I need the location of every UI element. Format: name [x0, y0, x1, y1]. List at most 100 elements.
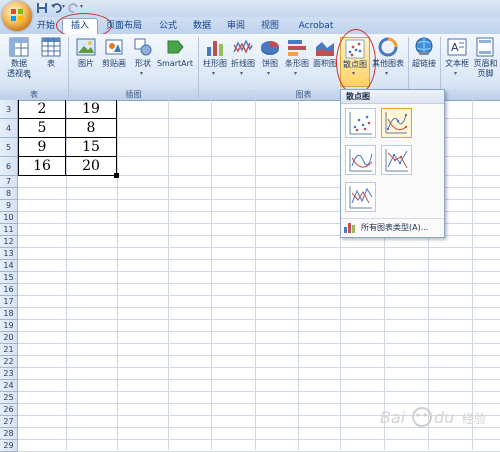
row-header[interactable]: 3: [0, 100, 18, 119]
shapes-icon: [134, 38, 152, 56]
grid-column-line: [117, 100, 118, 450]
row-header[interactable]: 21: [0, 344, 18, 356]
row-header[interactable]: 20: [0, 332, 18, 344]
hyperlink-button[interactable]: 超链接: [410, 37, 438, 87]
textbox-dropdown-icon: ▾: [454, 70, 458, 77]
watermark: Bai du 经验: [378, 395, 498, 445]
row-header[interactable]: 13: [0, 248, 18, 260]
other-charts-button[interactable]: 其他图表 ▾: [372, 37, 404, 87]
table-cell[interactable]: 2: [18, 100, 66, 119]
scatter-straight-markers-icon: [385, 149, 408, 172]
header-footer-icon: [476, 37, 494, 57]
area-chart-button[interactable]: 面积图: [311, 37, 339, 87]
row-header[interactable]: 6: [0, 157, 18, 176]
all-chart-types-label: 所有图表类型(A)...: [361, 223, 429, 232]
row-header[interactable]: 26: [0, 404, 18, 416]
office-button[interactable]: [2, 1, 32, 31]
svg-text:du: du: [434, 408, 454, 427]
row-header[interactable]: 19: [0, 320, 18, 332]
group-label-table: 表: [0, 89, 68, 100]
svg-text:经验: 经验: [462, 411, 486, 426]
smartart-icon: [167, 40, 184, 54]
pie-chart-button[interactable]: 饼图 ▾: [257, 37, 283, 87]
row-header[interactable]: 22: [0, 356, 18, 368]
table-cell[interactable]: 15: [66, 138, 117, 157]
row-header[interactable]: 15: [0, 272, 18, 284]
row-header[interactable]: 9: [0, 200, 18, 212]
row-header[interactable]: 12: [0, 236, 18, 248]
scatter-straight-lines-option[interactable]: [345, 182, 376, 212]
bar-chart-button[interactable]: 条形图 ▾: [283, 37, 311, 87]
scatter-smooth-lines-option[interactable]: [345, 145, 376, 175]
line-chart-label: 折线图: [231, 59, 255, 68]
table-cell[interactable]: 20: [66, 157, 117, 176]
group-label-illustrations: 插图: [69, 89, 198, 100]
gallery-title: 散点图: [346, 92, 370, 101]
column-chart-icon: [207, 41, 223, 56]
textbox-icon: A: [447, 38, 467, 56]
table-cell[interactable]: 9: [18, 138, 66, 157]
row-header[interactable]: 16: [0, 284, 18, 296]
shapes-button[interactable]: 形状 ▾: [130, 37, 156, 87]
row-header[interactable]: 5: [0, 138, 18, 157]
scatter-smooth-lines-icon: [349, 149, 373, 172]
table-cell[interactable]: 5: [18, 119, 66, 138]
tab-acrobat[interactable]: Acrobat: [294, 19, 338, 33]
row-header[interactable]: 14: [0, 260, 18, 272]
row-header[interactable]: 29: [0, 440, 18, 452]
table-button[interactable]: 表: [38, 37, 64, 87]
tab-review[interactable]: 审阅: [224, 19, 248, 33]
row-header[interactable]: 7: [0, 176, 18, 188]
picture-icon: [76, 38, 96, 56]
row-header[interactable]: 8: [0, 188, 18, 200]
pivot-table-icon: [9, 37, 29, 57]
row-header[interactable]: 28: [0, 428, 18, 440]
tab-view[interactable]: 视图: [258, 19, 282, 33]
pie-chart-label: 饼图: [262, 59, 278, 68]
picture-button[interactable]: 图片: [72, 37, 100, 87]
line-chart-button[interactable]: 折线图 ▾: [229, 37, 257, 87]
row-header[interactable]: 24: [0, 380, 18, 392]
column-chart-button[interactable]: 柱形图 ▾: [201, 37, 229, 87]
tab-home[interactable]: 开始: [36, 19, 56, 33]
scatter-smooth-markers-icon: [385, 112, 408, 134]
undo-icon[interactable]: [50, 2, 62, 14]
all-chart-types-item[interactable]: 所有图表类型(A)...: [343, 221, 442, 234]
fill-handle[interactable]: [114, 173, 119, 178]
scatter-smooth-markers-option[interactable]: [381, 108, 412, 138]
table-cell[interactable]: 16: [18, 157, 66, 176]
line-chart-dropdown-icon: ▾: [240, 70, 244, 77]
picture-label: 图片: [78, 59, 94, 68]
row-header[interactable]: 27: [0, 416, 18, 428]
scatter-chart-highlight: [336, 29, 376, 95]
table-cell[interactable]: 19: [66, 100, 117, 119]
row-header[interactable]: 23: [0, 368, 18, 380]
header-footer-button[interactable]: 页眉和 页脚: [471, 37, 500, 87]
save-icon[interactable]: [36, 2, 48, 14]
tab-page-layout[interactable]: 页面布局: [104, 19, 144, 33]
row-header[interactable]: 18: [0, 308, 18, 320]
textbox-button[interactable]: A 文本框 ▾: [443, 37, 471, 87]
tab-data[interactable]: 数据: [190, 19, 214, 33]
row-header[interactable]: 10: [0, 212, 18, 224]
qat-customize-icon[interactable]: ▾: [80, 3, 83, 10]
hyperlink-icon: [415, 37, 433, 55]
bar-chart-label: 条形图: [285, 59, 309, 68]
clipart-button[interactable]: 剪贴画: [100, 37, 128, 87]
grid-column-line: [298, 100, 299, 450]
scatter-markers-only-option[interactable]: [345, 108, 376, 138]
row-header[interactable]: 25: [0, 392, 18, 404]
table-cell[interactable]: 8: [66, 119, 117, 138]
row-header[interactable]: 4: [0, 119, 18, 138]
row-header[interactable]: 11: [0, 224, 18, 236]
clipart-icon: [105, 39, 123, 55]
row-header[interactable]: 17: [0, 296, 18, 308]
smartart-button[interactable]: SmartArt: [156, 37, 194, 87]
undo-dropdown-icon[interactable]: ▾: [62, 3, 65, 10]
smartart-label: SmartArt: [156, 59, 194, 68]
scatter-straight-markers-option[interactable]: [381, 145, 412, 175]
tab-formulas[interactable]: 公式: [156, 19, 180, 33]
scatter-markers-icon: [349, 112, 372, 135]
all-chart-types-icon: [344, 223, 355, 233]
pivot-table-button[interactable]: 数据 透视表 ▾: [4, 37, 34, 87]
